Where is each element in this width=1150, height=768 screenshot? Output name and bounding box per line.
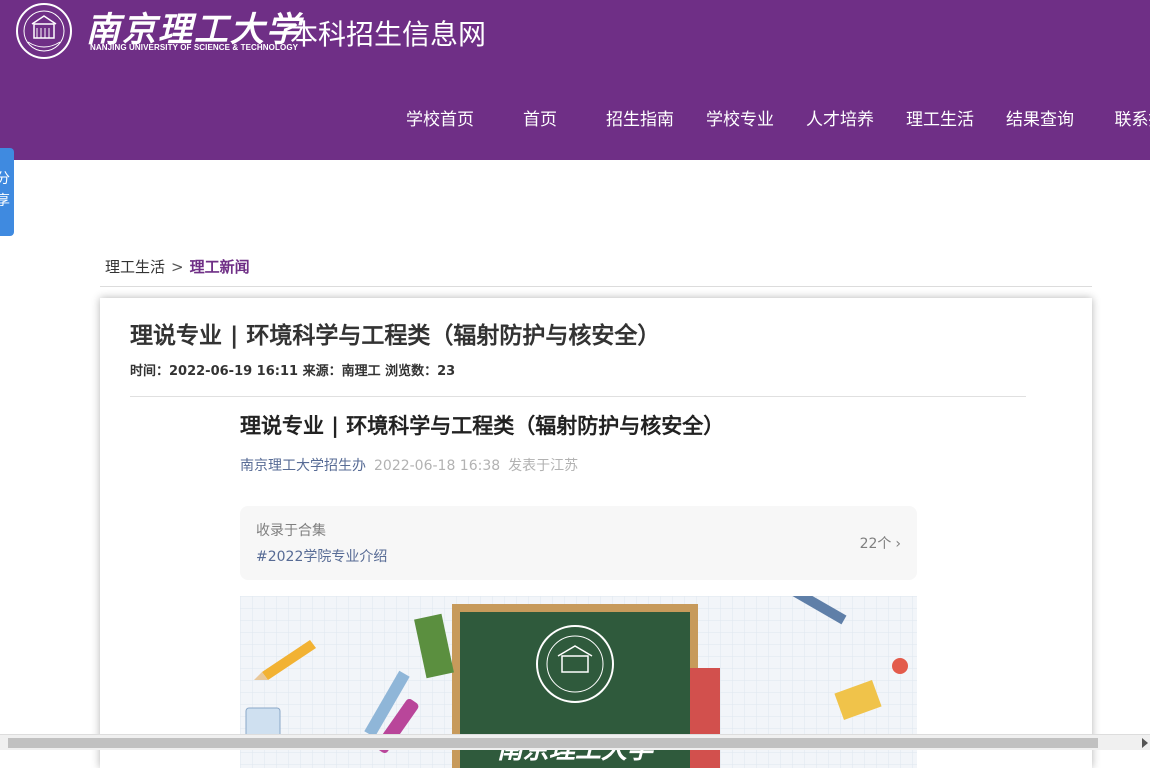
nav-item-result-query[interactable]: 结果查询: [990, 100, 1090, 140]
nav-item-contact[interactable]: 联系招: [1090, 100, 1150, 140]
embedded-article-title: 理说专业 | 环境科学与工程类（辐射防护与核安全）: [240, 414, 725, 438]
article-meta: 时间：2022-06-19 16:11 来源：南理工 浏览数：23: [130, 364, 456, 379]
breadcrumb-divider: [100, 286, 1092, 287]
share-label-1: 分: [0, 171, 10, 187]
publish-date: 2022-06-18 16:38: [374, 458, 501, 474]
publish-location: 发表于江苏: [508, 458, 579, 474]
article-title: 理说专业 | 环境科学与工程类（辐射防护与核安全）: [130, 323, 661, 349]
breadcrumb-separator: >: [171, 258, 184, 276]
university-seal-icon[interactable]: [14, 2, 78, 60]
article-card: 理说专业 | 环境科学与工程类（辐射防护与核安全） 时间：2022-06-19 …: [100, 298, 1092, 768]
collection-label: 收录于合集: [256, 523, 326, 539]
main-nav: 学校首页 首页 招生指南 学校专业 人才培养 理工生活 结果查询 联系招: [390, 100, 1150, 140]
collection-count-text: 22个: [859, 536, 892, 552]
university-logo-english: NANJING UNIVERSITY OF SCIENCE & TECHNOLO…: [90, 43, 299, 52]
breadcrumb: 理工生活 > 理工新闻: [105, 256, 250, 277]
nav-item-school-home[interactable]: 学校首页: [390, 100, 490, 140]
nav-item-majors[interactable]: 学校专业: [690, 100, 790, 140]
collection-card[interactable]: 收录于合集 #2022学院专业介绍 22个 ›: [240, 506, 917, 580]
nav-item-home[interactable]: 首页: [490, 100, 590, 140]
nav-item-campus-life[interactable]: 理工生活: [890, 100, 990, 140]
chevron-right-icon: ›: [895, 536, 901, 552]
breadcrumb-parent-link[interactable]: 理工生活: [105, 258, 165, 276]
share-label-2: 享: [0, 193, 10, 209]
embedded-article-meta: 南京理工大学招生办 2022-06-18 16:38 发表于江苏: [240, 455, 578, 475]
collection-count: 22个 ›: [860, 533, 901, 553]
article-divider: [130, 396, 1026, 397]
nav-item-talent-training[interactable]: 人才培养: [790, 100, 890, 140]
collection-tag-link[interactable]: #2022学院专业介绍: [256, 546, 387, 566]
author-link[interactable]: 南京理工大学招生办: [240, 458, 366, 474]
book-icon: [690, 668, 720, 768]
site-title: 本科招生信息网: [290, 18, 487, 51]
breadcrumb-current-link[interactable]: 理工新闻: [190, 258, 250, 276]
nav-item-admission-guide[interactable]: 招生指南: [590, 100, 690, 140]
apple-icon: [892, 658, 908, 674]
site-header: 南京理工大学 NANJING UNIVERSITY OF SCIENCE & T…: [0, 0, 1150, 160]
scrollbar-thumb[interactable]: [8, 738, 1098, 748]
horizontal-scrollbar[interactable]: [0, 734, 1150, 750]
share-button[interactable]: 分 享: [0, 148, 14, 236]
scroll-right-arrow-icon[interactable]: [1142, 738, 1148, 748]
